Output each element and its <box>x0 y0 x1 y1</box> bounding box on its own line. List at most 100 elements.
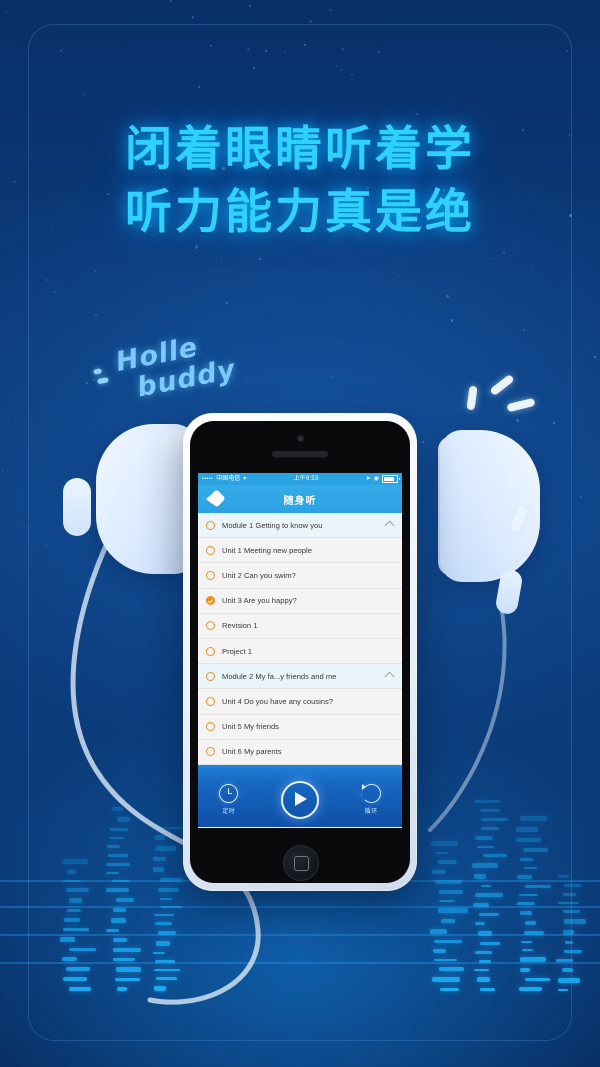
particle <box>92 395 94 397</box>
particle <box>134 252 136 254</box>
chevron-up-icon[interactable] <box>384 520 395 531</box>
timer-label: 定时 <box>222 809 236 816</box>
loop-button[interactable]: 循环 <box>361 784 381 816</box>
list-row-label: Revision 1 <box>222 621 258 631</box>
circle-icon <box>206 671 215 681</box>
timer-button[interactable]: 定时 <box>219 784 239 816</box>
particle <box>330 376 332 378</box>
particle <box>196 57 198 58</box>
particle <box>16 33 18 36</box>
sticker-dashes-icon <box>93 367 110 389</box>
status-time: 上午9:53 <box>293 476 319 482</box>
particle <box>329 9 332 12</box>
particle <box>258 257 262 261</box>
circle-icon <box>206 570 215 580</box>
equalizer-column <box>556 874 586 997</box>
list-row-module[interactable]: Module 1 Getting to know you <box>198 513 402 539</box>
particle <box>221 261 223 263</box>
list-row-unit[interactable]: Unit 2 Can you swim? <box>198 563 402 589</box>
particle <box>264 50 267 53</box>
particle <box>591 249 593 251</box>
nav-bar: 随身听 <box>198 485 402 513</box>
particle <box>450 319 454 323</box>
particle <box>580 496 583 498</box>
particle <box>54 290 56 293</box>
clock-icon <box>219 784 239 804</box>
particle <box>503 252 505 255</box>
particle <box>142 416 144 418</box>
back-arrow-icon[interactable] <box>206 489 226 508</box>
particle <box>94 313 98 317</box>
list-row-label: Unit 5 My friends <box>222 722 279 732</box>
circle-icon <box>206 545 215 555</box>
list-row-unit[interactable]: Unit 5 My friends <box>198 714 402 740</box>
particle <box>194 245 199 249</box>
battery-icon <box>382 475 400 483</box>
particle <box>544 335 546 337</box>
front-camera-icon <box>296 435 304 442</box>
list-row-unit[interactable]: Revision 1 <box>198 613 402 639</box>
particle <box>573 3 576 6</box>
list-row-module[interactable]: Module 2 My fa...y friends and me <box>198 664 402 690</box>
particle <box>523 328 526 331</box>
particle <box>4 10 7 13</box>
list-row-label: Module 2 My fa...y friends and me <box>222 671 337 681</box>
particle <box>308 19 312 23</box>
list-row-label: Unit 2 Can you swim? <box>222 570 296 580</box>
headline-line-2: 听力能力真是绝 <box>125 185 475 240</box>
equalizer-column <box>472 799 508 997</box>
list-row-unit[interactable]: Unit 1 Meeting new people <box>198 538 402 564</box>
particle <box>378 51 380 53</box>
particle <box>22 45 24 47</box>
particle <box>248 4 251 7</box>
particle <box>587 348 588 350</box>
sound-spark-icon <box>466 385 478 411</box>
particle <box>421 440 424 443</box>
circle-icon <box>206 696 215 706</box>
circle-icon <box>206 621 215 631</box>
particle <box>154 278 155 279</box>
particle <box>230 48 233 51</box>
check-circle-icon <box>206 596 215 606</box>
particle <box>45 279 49 282</box>
particle <box>81 92 85 95</box>
earpiece-speaker <box>272 451 328 457</box>
list-row-label: Unit 4 Do you have any cousins? <box>222 696 334 706</box>
particle <box>210 44 212 47</box>
particle <box>420 428 423 431</box>
loop-icon <box>361 784 381 804</box>
particle <box>338 395 339 396</box>
particle <box>477 320 479 322</box>
location-icon: ➤ <box>365 476 371 482</box>
particle <box>284 51 286 54</box>
particle <box>340 69 343 72</box>
list-row-unit[interactable]: Unit 4 Do you have any cousins? <box>198 689 402 715</box>
play-button[interactable] <box>280 780 319 819</box>
list-row-label: Unit 6 My parents <box>222 747 282 757</box>
equalizer-column <box>105 807 141 997</box>
equalizer-column <box>152 826 186 997</box>
list-row-label: Unit 1 Meeting new people <box>222 545 312 555</box>
chevron-up-icon[interactable] <box>384 671 395 682</box>
particle <box>516 418 520 422</box>
particle <box>170 0 172 2</box>
list-row-label: Module 1 Getting to know you <box>222 520 323 530</box>
list-row-unit[interactable]: Unit 6 My parents <box>198 739 402 765</box>
equalizer-baseline <box>0 962 600 964</box>
particle <box>7 418 9 419</box>
equalizer-column <box>60 858 96 997</box>
list-row-label: Project 1 <box>222 646 252 656</box>
particle <box>147 68 148 69</box>
particle <box>593 355 596 358</box>
particle <box>247 48 250 51</box>
headphone-left-pad <box>63 478 91 536</box>
list-row-unit[interactable]: Project 1 <box>198 638 402 665</box>
particle <box>86 82 88 84</box>
sound-spark-icon <box>506 397 536 413</box>
particle <box>292 256 293 258</box>
list-row-label: Unit 3 Are you happy? <box>222 596 297 606</box>
home-button[interactable] <box>283 845 319 881</box>
particle <box>565 50 568 52</box>
list-row-unit[interactable]: Unit 3 Are you happy? <box>198 588 402 614</box>
loop-label: 循环 <box>364 809 378 816</box>
